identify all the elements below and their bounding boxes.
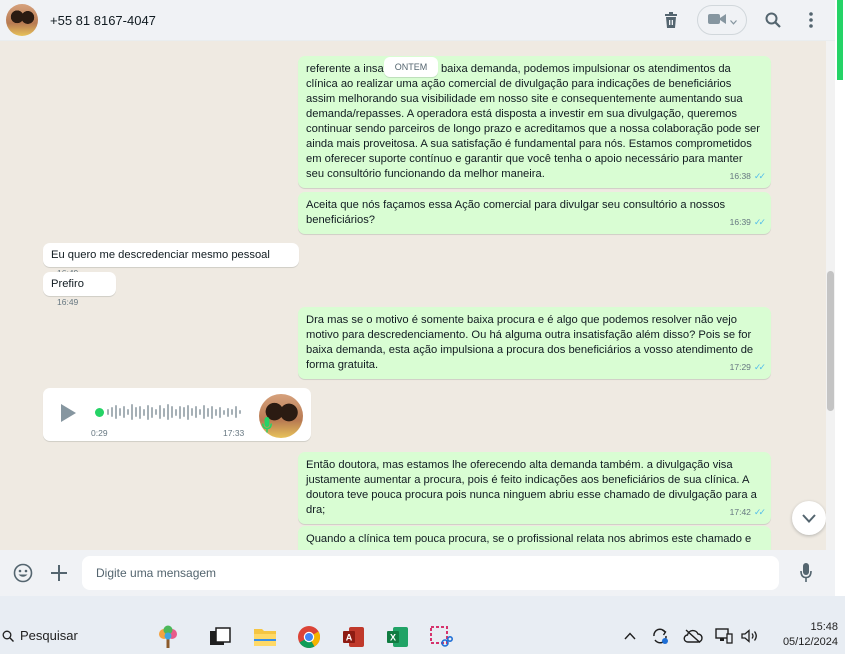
chevron-down-icon: [729, 13, 737, 28]
message-time: 16:38: [729, 171, 751, 181]
message-time: 16:39: [729, 217, 751, 227]
message-bubble-outgoing[interactable]: referente a insatisfação de baixa demand…: [298, 56, 771, 188]
message-text: Aceita que nós façamos essa Ação comerci…: [306, 199, 726, 226]
excel-icon[interactable]: X: [384, 624, 410, 650]
message-input[interactable]: [96, 566, 765, 580]
message-time: 17:42: [729, 507, 751, 517]
chevron-down-icon: [802, 511, 816, 526]
read-receipt-icon: ✓✓: [753, 171, 766, 181]
voice-message[interactable]: 0:29 17:33: [43, 388, 311, 441]
message-text: Quando a clínica tem pouca procura, se o…: [306, 533, 752, 545]
message-bubble-incoming[interactable]: Eu quero me descredenciar mesmo pessoal1…: [43, 243, 299, 278]
message-text: Eu quero me descredenciar mesmo pessoal: [51, 249, 270, 261]
date-separator: ONTEM: [384, 57, 438, 77]
scrollbar-thumb[interactable]: [827, 271, 834, 411]
display-icon[interactable]: [714, 626, 734, 646]
svg-text:A: A: [346, 633, 353, 643]
video-camera-icon: [707, 13, 726, 28]
plus-icon[interactable]: [46, 560, 72, 586]
scroll-to-bottom-button[interactable]: [792, 501, 826, 535]
message-time: 16:49: [57, 297, 79, 307]
trash-icon[interactable]: [659, 8, 683, 32]
message-time: 17:33: [223, 428, 245, 438]
message-text: referente a insatisfação de baixa demand…: [306, 63, 761, 180]
task-view-icon[interactable]: [207, 624, 233, 650]
audio-waveform[interactable]: [107, 402, 241, 422]
search-icon: [2, 630, 14, 642]
svg-text:X: X: [390, 633, 396, 643]
taskbar-search-label: Pesquisar: [20, 628, 78, 643]
snipping-tool-icon[interactable]: [428, 624, 454, 650]
file-explorer-icon[interactable]: [252, 624, 278, 650]
message-composer: [0, 550, 835, 596]
play-icon[interactable]: [59, 403, 77, 426]
clock-time: 15:48: [810, 621, 838, 633]
message-list[interactable]: referente a insatisfação de baixa demand…: [0, 41, 835, 550]
playback-position-dot[interactable]: [95, 408, 104, 417]
message-text: Prefiro: [51, 278, 84, 290]
sync-icon[interactable]: [650, 626, 670, 646]
emoji-icon[interactable]: [10, 560, 36, 586]
read-receipt-icon: ✓✓: [753, 507, 766, 517]
clock-date: 05/12/2024: [782, 636, 838, 648]
message-bubble-outgoing[interactable]: Quando a clínica tem pouca procura, se o…: [298, 526, 771, 550]
message-bubble-outgoing[interactable]: Aceita que nós façamos essa Ação comerci…: [298, 192, 771, 234]
microphone-icon: [262, 417, 272, 436]
message-bubble-outgoing[interactable]: Então doutora, mas estamos lhe oferecend…: [298, 452, 771, 524]
message-time: 17:29: [729, 362, 751, 372]
chat-scrollbar[interactable]: [826, 41, 835, 550]
chat-header: +55 81 8167-4047: [0, 0, 835, 41]
kebab-menu-icon[interactable]: [799, 8, 823, 32]
chevron-up-icon[interactable]: [620, 626, 640, 646]
contact-name[interactable]: +55 81 8167-4047: [50, 13, 156, 28]
message-bubble-outgoing[interactable]: Dra mas se o motivo é somente baixa proc…: [298, 307, 771, 379]
microphone-icon[interactable]: [793, 560, 819, 586]
contact-avatar[interactable]: [6, 4, 38, 36]
system-clock[interactable]: 15:48 05/12/2024: [770, 620, 838, 650]
message-text: Então doutora, mas estamos lhe oferecend…: [306, 459, 757, 516]
voice-duration: 0:29: [91, 428, 108, 438]
message-text: Dra mas se o motivo é somente baixa proc…: [306, 314, 754, 371]
video-call-button[interactable]: [697, 5, 747, 35]
read-receipt-icon: ✓✓: [753, 217, 766, 227]
cloud-offline-icon[interactable]: [683, 626, 703, 646]
speaker-icon[interactable]: [740, 626, 760, 646]
read-receipt-icon: ✓✓: [753, 362, 766, 372]
access-icon[interactable]: A: [340, 624, 366, 650]
widgets-icon[interactable]: [155, 624, 181, 650]
window-accent-bar: [837, 0, 843, 80]
chrome-icon[interactable]: [296, 624, 322, 650]
search-icon[interactable]: [761, 8, 785, 32]
message-bubble-incoming[interactable]: Prefiro 16:49: [43, 272, 116, 307]
message-input-box[interactable]: [82, 556, 779, 590]
